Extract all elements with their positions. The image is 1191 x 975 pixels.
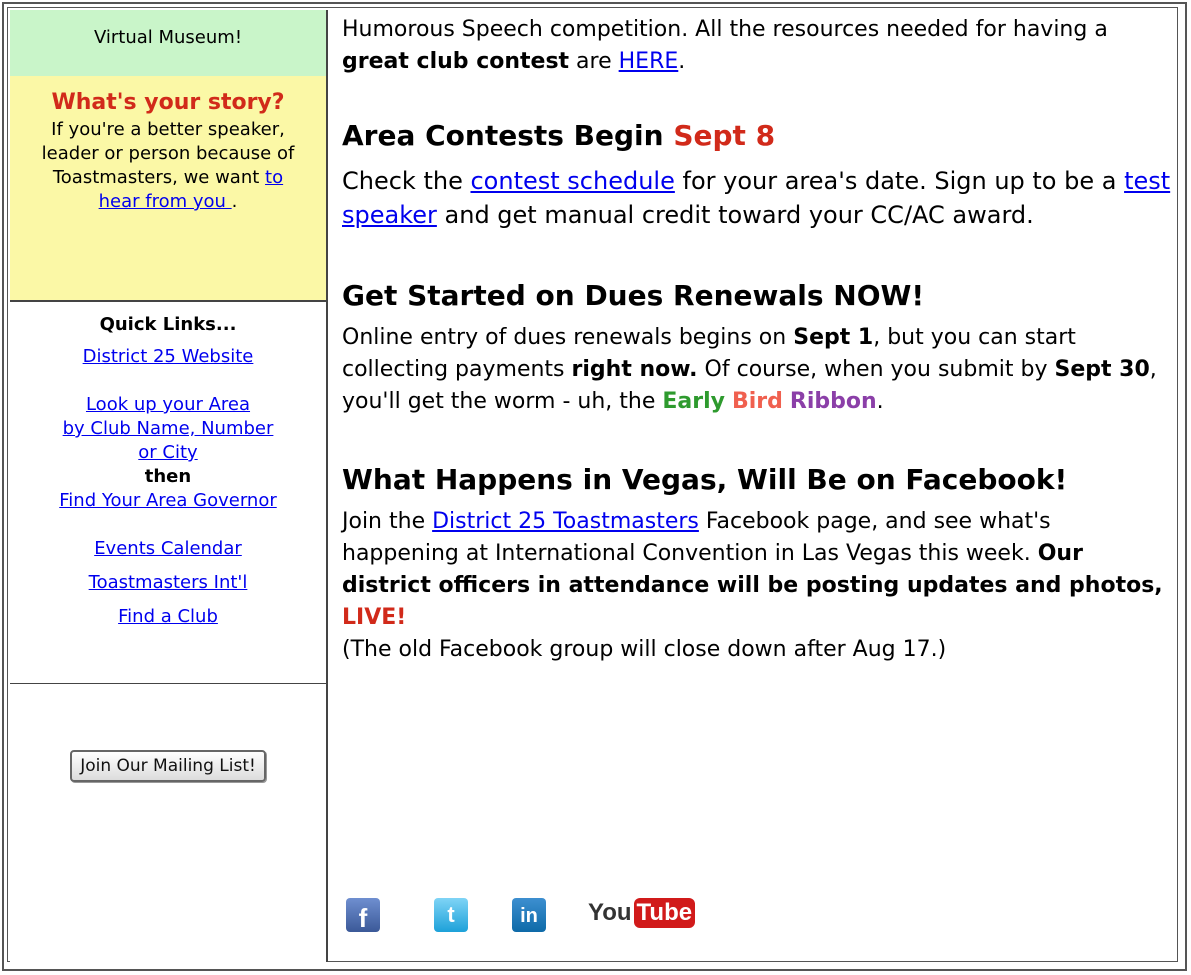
area-contests-paragraph: Check the contest schedule for your area… <box>342 164 1172 232</box>
main-content: Humorous Speech competition. All the res… <box>342 10 1172 666</box>
district-website-link[interactable]: District 25 Website <box>10 345 326 369</box>
toastmasters-intl-link[interactable]: Toastmasters Int'l <box>10 571 326 595</box>
ribbon-label: Ribbon <box>789 389 877 414</box>
virtual-museum-banner: Virtual Museum! <box>10 10 326 76</box>
youtube-icon[interactable]: You Tube <box>588 898 696 932</box>
join-mailing-list-button[interactable]: Join Our Mailing List! <box>70 750 266 782</box>
dues-heading: Get Started on Dues Renewals NOW! <box>342 279 925 312</box>
youtube-tube: Tube <box>633 898 696 928</box>
area-text-3: and get manual credit toward your CC/AC … <box>436 201 1034 229</box>
intro-period: . <box>678 49 686 74</box>
intro-text: Humorous Speech competition. All the res… <box>342 17 1108 42</box>
quick-links-title: Quick Links... <box>99 314 237 335</box>
dues-right-now: right now. <box>571 357 698 382</box>
contest-schedule-link[interactable]: contest schedule <box>470 167 674 195</box>
find-governor-link[interactable]: Find Your Area Governor <box>10 489 326 513</box>
live-label: LIVE! <box>342 605 407 630</box>
find-club-link[interactable]: Find a Club <box>10 605 326 629</box>
linkedin-glyph: in <box>520 905 538 927</box>
here-link[interactable]: HERE <box>619 49 679 74</box>
vegas-text-1: Join the <box>342 509 433 534</box>
intro-text-mid: are <box>569 49 619 74</box>
area-contests-heading-text: Area Contests Begin <box>342 119 674 152</box>
story-text: If you're a better speaker, leader or pe… <box>41 119 295 188</box>
intro-bold: great club contest <box>342 49 570 74</box>
events-calendar-link[interactable]: Events Calendar <box>10 537 326 561</box>
story-title: What's your story? <box>51 90 285 115</box>
story-period: . <box>231 191 238 212</box>
facebook-icon[interactable]: f <box>346 898 380 933</box>
twitter-icon[interactable]: t <box>434 898 468 932</box>
dues-sept30: Sept 30 <box>1054 357 1150 382</box>
lookup-area-link-1[interactable]: Look up your Area <box>10 393 326 417</box>
area-text-1: Check the <box>342 167 471 195</box>
lookup-area-link-3[interactable]: or City <box>10 441 326 465</box>
sidebar: Virtual Museum! What's your story? If yo… <box>10 10 328 962</box>
dues-text-3: Of course, when you submit by <box>697 357 1055 382</box>
intro-paragraph: Humorous Speech competition. All the res… <box>342 14 1172 78</box>
early-label: Early <box>662 389 725 414</box>
quick-links-panel: Quick Links... District 25 Website Look … <box>10 302 326 684</box>
area-contests-heading: Area Contests Begin Sept 8 <box>342 118 1172 154</box>
area-text-2: for your area's date. Sign up to be a <box>674 167 1125 195</box>
dues-paragraph: Online entry of dues renewals begins on … <box>342 322 1172 418</box>
virtual-museum-label: Virtual Museum! <box>93 27 243 48</box>
bird-label: Bird <box>731 389 783 414</box>
dues-period: . <box>876 389 884 414</box>
linkedin-icon[interactable]: in <box>512 898 546 932</box>
social-icons-row: f t in You Tube <box>346 898 746 934</box>
area-contests-date: Sept 8 <box>673 119 776 152</box>
facebook-group-note: (The old Facebook group will close down … <box>342 637 947 662</box>
vegas-paragraph: Join the District 25 Toastmasters Facebo… <box>342 506 1172 666</box>
dues-sept1: Sept 1 <box>793 325 874 350</box>
twitter-glyph: t <box>447 902 455 927</box>
district-facebook-link[interactable]: District 25 Toastmasters <box>432 509 699 534</box>
mailing-list-panel: Join Our Mailing List! <box>10 684 326 962</box>
story-text-wrap: If you're a better speaker, leader or pe… <box>10 118 326 214</box>
story-box: What's your story? If you're a better sp… <box>10 76 326 302</box>
youtube-you: You <box>588 899 632 926</box>
facebook-glyph: f <box>358 903 368 933</box>
vegas-heading: What Happens in Vegas, Will Be on Facebo… <box>342 463 1068 496</box>
dues-text-1: Online entry of dues renewals begins on <box>342 325 794 350</box>
lookup-area-link-2[interactable]: by Club Name, Number <box>10 417 326 441</box>
then-label: then <box>144 466 192 487</box>
